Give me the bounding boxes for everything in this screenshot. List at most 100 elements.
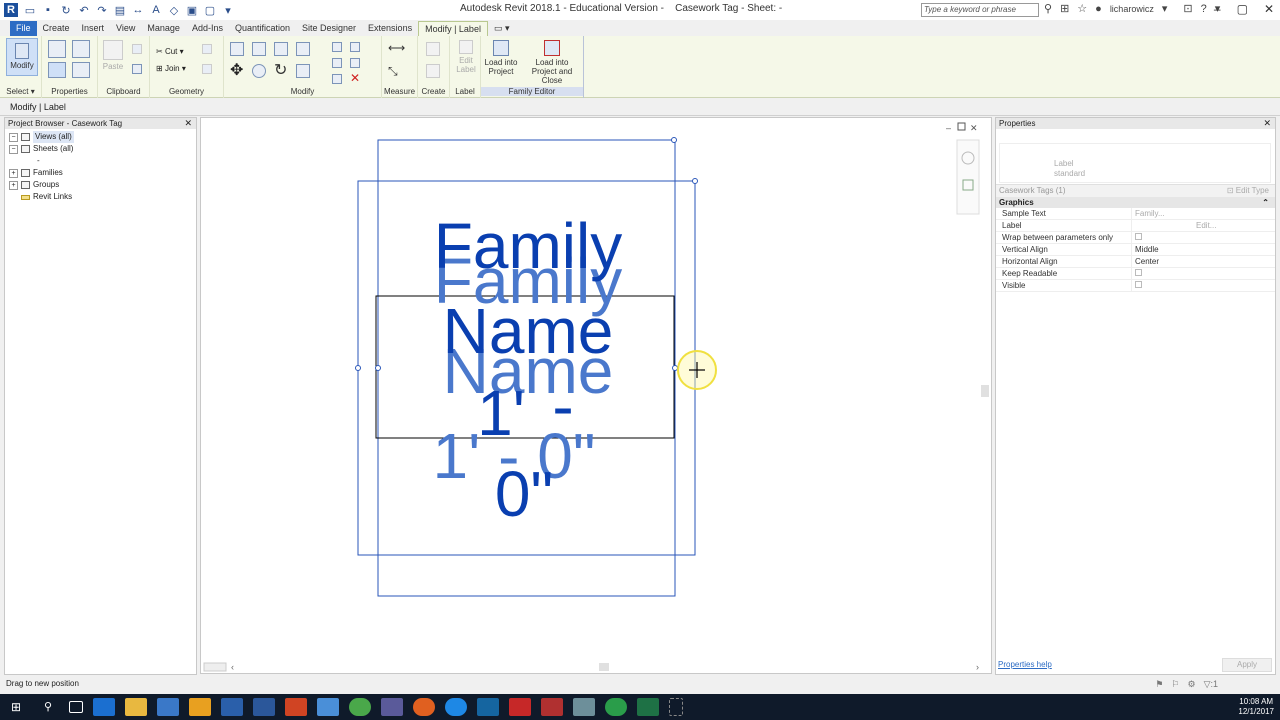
close-view-icon[interactable]: ✕	[970, 123, 978, 133]
acrobat-icon[interactable]	[541, 698, 563, 716]
mirror-axis-icon[interactable]	[274, 42, 288, 56]
rotate-icon[interactable]: ↻	[274, 63, 288, 79]
array-icon[interactable]	[332, 58, 342, 68]
revit-taskbar-icon[interactable]	[221, 698, 243, 716]
text-icon[interactable]: A	[150, 4, 162, 16]
group-header-graphics[interactable]: Graphics ⌃	[996, 197, 1275, 208]
resize-handle[interactable]	[672, 365, 678, 371]
checkbox-icon[interactable]	[1135, 281, 1142, 288]
vertical-align-select[interactable]: Middle	[1132, 244, 1275, 255]
minimize-icon[interactable]: –	[1214, 2, 1221, 16]
app-icon[interactable]	[573, 698, 595, 716]
drawing-canvas[interactable]: Family Name 1' - 0" Family Name 1' - 0" …	[200, 117, 992, 674]
checkbox-icon[interactable]	[1135, 269, 1142, 276]
ribbon-minimize-icon[interactable]: ▭ ▾	[488, 21, 516, 36]
tab-create[interactable]: Create	[37, 21, 76, 36]
resize-handle[interactable]	[671, 137, 677, 143]
aligned-dimension-icon[interactable]: ⤡	[388, 64, 410, 78]
family-category-icon[interactable]	[72, 62, 90, 78]
tree-item-families[interactable]: + Families	[5, 167, 196, 179]
tree-item-views[interactable]: − Views (all)	[5, 131, 196, 143]
cart-icon[interactable]: ⊡	[1183, 2, 1192, 15]
binoculars-icon[interactable]: ⚲	[1044, 2, 1052, 15]
tab-insert[interactable]: Insert	[76, 21, 111, 36]
modify-button[interactable]: Modify	[6, 38, 38, 76]
copy-icon[interactable]	[132, 44, 142, 54]
sample-text-field[interactable]: Family...	[1132, 208, 1275, 219]
delete-icon[interactable]: ✕	[350, 72, 360, 84]
split-gap-icon[interactable]	[350, 42, 360, 52]
customize-qat-icon[interactable]: ▾	[222, 4, 234, 17]
tree-item-sheet[interactable]: -	[5, 155, 196, 167]
properties-help-link[interactable]: Properties help	[998, 660, 1052, 669]
join-button[interactable]: ⊞ Join ▾	[156, 64, 186, 73]
chevron-down-icon[interactable]: ▾	[1162, 2, 1168, 15]
offset-icon[interactable]	[252, 42, 266, 56]
type-properties-icon[interactable]	[72, 40, 90, 58]
search-input[interactable]: Type a keyword or phrase	[921, 3, 1039, 17]
edit-type-button[interactable]: ⊡ Edit Type	[1227, 185, 1269, 197]
type-selector[interactable]: Label standard	[996, 129, 1275, 185]
word-icon[interactable]	[253, 698, 275, 716]
scroll-left-icon[interactable]: ‹	[231, 662, 234, 672]
autocad-icon[interactable]	[509, 698, 531, 716]
collapse-toggle-icon[interactable]: −	[9, 132, 18, 142]
switch-windows-icon[interactable]: ▢	[204, 4, 216, 17]
resize-handle[interactable]	[375, 365, 381, 371]
open-icon[interactable]: ▭	[24, 4, 36, 17]
create-similar-icon[interactable]	[426, 64, 440, 78]
match-type-icon[interactable]	[132, 64, 142, 74]
undo-icon[interactable]: ↶	[78, 4, 90, 17]
store-icon[interactable]	[157, 698, 179, 716]
expand-toggle-icon[interactable]: +	[9, 168, 18, 178]
scroll-right-icon[interactable]: ›	[976, 662, 979, 672]
app-icon[interactable]	[189, 698, 211, 716]
app-icon[interactable]	[477, 698, 499, 716]
view-control-icon[interactable]	[203, 662, 227, 672]
properties-icon[interactable]	[48, 40, 66, 58]
user-name[interactable]: licharowicz	[1110, 4, 1154, 14]
instance-filter[interactable]: Casework Tags (1) ⊡ Edit Type	[996, 185, 1275, 197]
copy-element-icon[interactable]	[252, 64, 266, 78]
paint-icon[interactable]	[202, 64, 212, 74]
wrap-checkbox[interactable]	[1132, 232, 1275, 243]
user-icon[interactable]: ●	[1095, 3, 1102, 15]
scale-icon[interactable]	[350, 58, 360, 68]
tab-manage[interactable]: Manage	[141, 21, 186, 36]
create-group-icon[interactable]	[426, 42, 440, 56]
tree-item-sheets[interactable]: − Sheets (all)	[5, 143, 196, 155]
close-icon[interactable]: ✕	[184, 118, 192, 129]
collapse-toggle-icon[interactable]: −	[9, 144, 18, 154]
redo-icon[interactable]: ↷	[96, 4, 108, 17]
favorites-icon[interactable]: ☆	[1077, 2, 1087, 15]
family-types-icon[interactable]	[48, 62, 66, 78]
app-icon[interactable]	[317, 698, 339, 716]
tab-modify-label[interactable]: Modify | Label	[418, 21, 488, 36]
edit-label-button[interactable]: Edit Label	[454, 40, 478, 74]
firefox-icon[interactable]	[413, 698, 435, 716]
split-face-icon[interactable]	[202, 44, 212, 54]
subscription-icon[interactable]: ⊞	[1060, 2, 1069, 15]
visible-checkbox[interactable]	[1132, 280, 1275, 291]
select-links-icon[interactable]: ⚙	[1187, 675, 1195, 693]
tab-quantification[interactable]: Quantification	[229, 21, 296, 36]
close-icon[interactable]: ✕	[1263, 118, 1271, 129]
expand-toggle-icon[interactable]: +	[9, 180, 18, 190]
sync-icon[interactable]: ↻	[60, 4, 72, 17]
system-clock[interactable]: 10:08 AM 12/1/2017	[1238, 697, 1274, 717]
revit-logo-icon[interactable]: R	[4, 3, 18, 17]
measure-icon[interactable]: ↔	[132, 4, 144, 16]
move-icon[interactable]: ✥	[230, 63, 244, 79]
split-icon[interactable]	[332, 42, 342, 52]
resize-handle[interactable]	[355, 365, 361, 371]
trim-extend-icon[interactable]	[296, 64, 310, 78]
tab-add-ins[interactable]: Add-Ins	[186, 21, 229, 36]
checkbox-icon[interactable]	[1135, 233, 1142, 240]
edge-icon[interactable]	[93, 698, 115, 716]
excel-icon[interactable]	[637, 698, 659, 716]
tab-file[interactable]: File	[10, 21, 37, 36]
apply-button[interactable]: Apply	[1222, 658, 1272, 672]
vertical-scrollbar-thumb[interactable]	[981, 385, 989, 397]
restore-view-icon[interactable]	[957, 122, 966, 131]
maximize-icon[interactable]: ▢	[1237, 2, 1248, 16]
